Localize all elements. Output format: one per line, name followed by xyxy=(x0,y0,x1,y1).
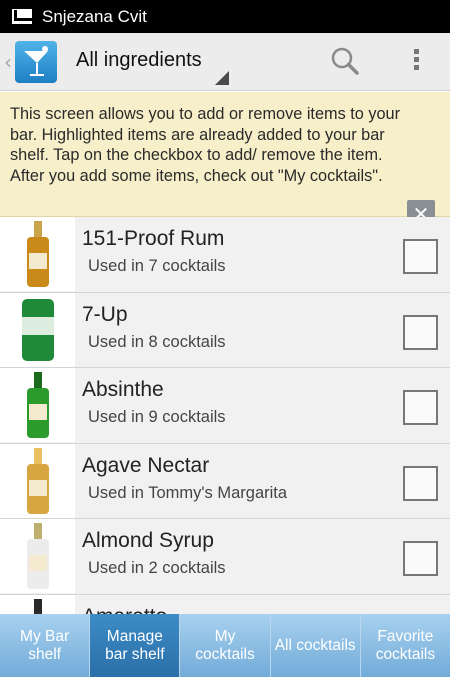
ingredient-row[interactable]: Almond Syrup Used in 2 cocktails xyxy=(0,519,450,595)
ingredient-row[interactable]: 151-Proof Rum Used in 7 cocktails xyxy=(0,217,450,293)
ingredients-filter-spinner[interactable]: All ingredients xyxy=(76,45,231,85)
add-to-bar-checkbox[interactable] xyxy=(403,465,438,501)
status-bar: Snjezana Cvit xyxy=(0,0,450,33)
ingredient-bottle-image xyxy=(0,594,75,614)
spinner-arrow-icon xyxy=(215,71,229,85)
can-label xyxy=(21,316,54,335)
bottom-tab-bar: My Bar shelf Manage bar shelf My cocktails… xyxy=(0,614,450,677)
ingredient-usage: Used in 8 cocktails xyxy=(88,332,226,351)
action-bar: ‹ All ingredients xyxy=(0,33,450,91)
bottle-label xyxy=(28,253,47,269)
ingredient-name: Agave Nectar xyxy=(82,453,210,477)
overflow-menu-button[interactable] xyxy=(406,46,426,78)
app-logo-icon[interactable] xyxy=(15,41,57,83)
add-to-bar-checkbox[interactable] xyxy=(403,390,438,425)
bottle-neck xyxy=(33,598,42,614)
ingredient-bottle-image xyxy=(0,443,75,518)
ingredient-usage: Used in 2 cocktails xyxy=(88,559,226,577)
tab-all-cocktails[interactable]: All cocktails xyxy=(270,614,361,677)
spinner-label: All ingredients xyxy=(76,49,202,71)
bottle-neck xyxy=(33,372,42,390)
bottle-neck xyxy=(33,447,42,466)
add-to-bar-checkbox[interactable] xyxy=(403,314,438,350)
bottle-icon xyxy=(26,523,49,589)
add-to-bar-checkbox[interactable] xyxy=(403,239,438,274)
bottle-icon xyxy=(26,221,49,287)
ingredient-usage: Used in Tommy's Margarita xyxy=(88,483,288,502)
bottle-label xyxy=(28,479,47,496)
gmail-icon xyxy=(12,9,32,24)
bottle-label xyxy=(28,555,47,571)
bottle-icon xyxy=(26,372,49,438)
bottle-icon xyxy=(33,598,42,614)
up-caret-icon[interactable]: ‹ xyxy=(4,50,12,74)
search-icon xyxy=(331,47,359,75)
bottle-icon xyxy=(26,447,49,514)
ingredient-row[interactable]: Amaretto xyxy=(0,594,450,615)
ingredient-name: 7-Up xyxy=(82,302,128,326)
ingredient-row[interactable]: Agave Nectar Used in Tommy's Margarita xyxy=(0,443,450,519)
ingredient-row[interactable]: 7-Up Used in 8 cocktails xyxy=(0,292,450,368)
ingredient-bottle-image xyxy=(0,217,75,291)
search-button[interactable] xyxy=(330,46,360,78)
overflow-dot xyxy=(413,65,419,70)
info-banner-text: This screen allows you to add or remove … xyxy=(10,105,401,185)
add-to-bar-checkbox[interactable] xyxy=(403,541,438,576)
ingredient-list[interactable]: 151-Proof Rum Used in 7 cocktails 7-Up Used… xyxy=(0,217,450,614)
overflow-dot xyxy=(413,57,419,62)
ingredient-name: Absinthe xyxy=(82,378,164,401)
ingredient-usage: Used in 7 cocktails xyxy=(88,257,226,275)
ingredient-row[interactable]: Absinthe Used in 9 cocktails xyxy=(0,368,450,444)
tab-manage-bar-shelf[interactable]: Manage bar shelf xyxy=(90,614,181,677)
ingredient-bottle-image xyxy=(0,292,75,367)
tab-favorite-cocktails[interactable]: Favorite cocktails xyxy=(360,614,450,677)
ingredient-usage: Used in 9 cocktails xyxy=(88,408,226,426)
tab-my-cocktails[interactable]: My cocktails xyxy=(180,614,271,677)
overflow-dot xyxy=(413,49,419,54)
ingredient-bottle-image xyxy=(0,519,75,593)
bottle-neck xyxy=(33,523,42,541)
tab-my-bar-shelf[interactable]: My Bar shelf xyxy=(0,614,91,677)
bottle-icon xyxy=(21,298,54,361)
account-name: Snjezana Cvit xyxy=(42,6,147,26)
bottle-label xyxy=(28,404,47,420)
ingredient-name: Amaretto xyxy=(82,605,167,615)
bottle-neck xyxy=(33,221,42,239)
ingredient-bottle-image xyxy=(0,368,75,442)
ingredient-name: Almond Syrup xyxy=(82,529,214,552)
info-banner: This screen allows you to add or remove … xyxy=(0,92,450,228)
ingredient-name: 151-Proof Rum xyxy=(82,227,225,250)
